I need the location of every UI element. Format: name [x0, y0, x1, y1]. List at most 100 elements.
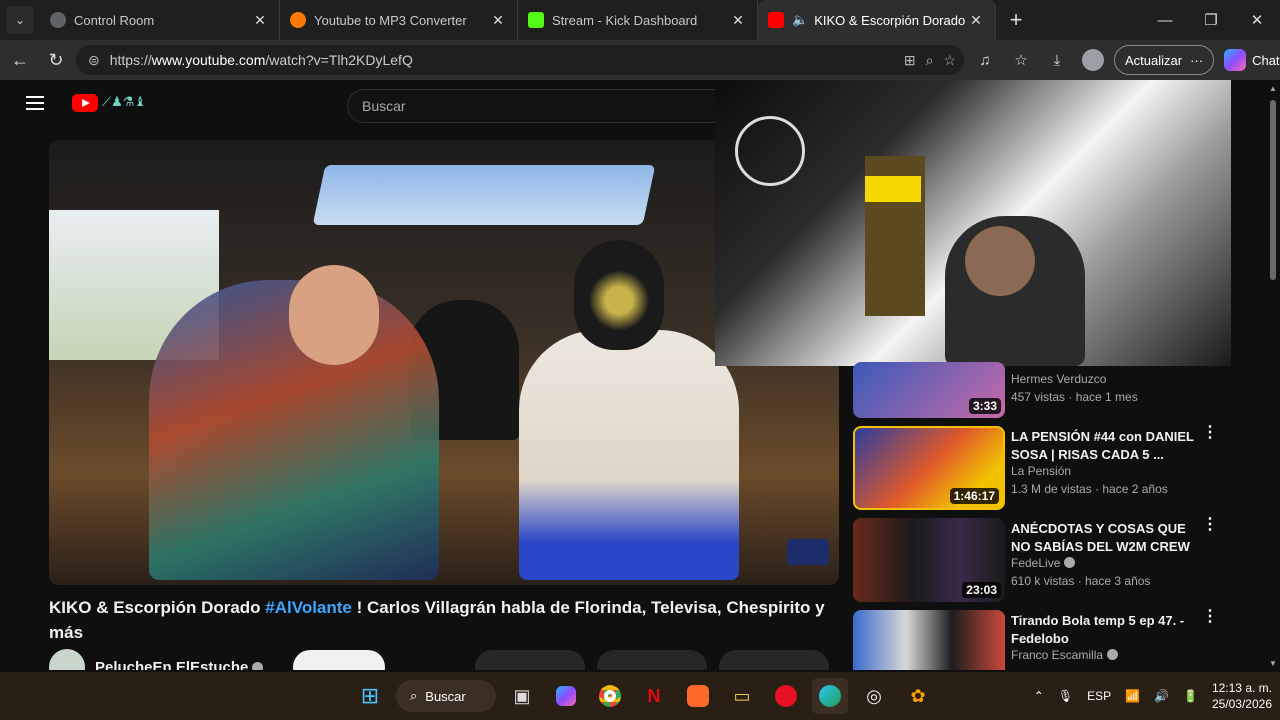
- windows-taskbar: ⊞ ⌕ Buscar ▣ N ▭ ◎ ✿ ⌃ 🎙 ESP 📶 🔊 🔋 12:13…: [0, 672, 1280, 720]
- search-placeholder: Buscar: [362, 98, 406, 114]
- channel-name[interactable]: FedeLive: [1011, 556, 1076, 570]
- more-icon: ···: [1190, 52, 1204, 68]
- copilot-app-icon[interactable]: [548, 678, 584, 714]
- converter-favicon-icon: [290, 12, 306, 28]
- video-thumbnail[interactable]: 23:03: [853, 518, 1005, 602]
- list-item[interactable]: 1:46:17 LA PENSIÓN #44 con DANIEL SOSA |…: [853, 425, 1233, 512]
- channel-name[interactable]: Hermes Verduzco: [1011, 372, 1106, 386]
- video-thumbnail[interactable]: 1:46:17: [853, 426, 1005, 510]
- tab-actions-menu[interactable]: ⌄: [0, 0, 40, 40]
- chrome-icon[interactable]: [592, 678, 628, 714]
- minimize-icon[interactable]: —: [1142, 0, 1188, 40]
- edge-icon[interactable]: [812, 678, 848, 714]
- close-icon[interactable]: ✕: [251, 12, 269, 29]
- channel-name[interactable]: PelucheEn ElEstuche: [95, 659, 248, 671]
- obs-icon[interactable]: ◎: [856, 678, 892, 714]
- media-control-icon[interactable]: ♫: [970, 45, 1000, 75]
- tab-label: Stream - Kick Dashboard: [552, 12, 698, 28]
- address-bar[interactable]: ⊜ https://www.youtube.com/watch?v=Tlh2KD…: [76, 45, 964, 75]
- video-title[interactable]: LA PENSIÓN #44 con DANIEL SOSA | RISAS C…: [1011, 428, 1201, 464]
- update-button[interactable]: Actualizar ···: [1114, 45, 1215, 75]
- close-icon[interactable]: ✕: [967, 12, 985, 29]
- reload-icon[interactable]: ↻: [38, 50, 74, 71]
- scroll-down-icon[interactable]: ▼: [1268, 659, 1278, 668]
- more-options-icon[interactable]: ⋮: [1202, 517, 1218, 533]
- restore-icon[interactable]: ❐: [1188, 0, 1234, 40]
- clock-date: 25/03/2026: [1211, 697, 1272, 711]
- wifi-icon[interactable]: 📶: [1125, 689, 1140, 703]
- channel-name[interactable]: Franco Escamilla: [1011, 648, 1119, 662]
- video-thumbnail[interactable]: [853, 610, 1005, 670]
- subscribe-button[interactable]: [293, 650, 386, 670]
- like-button[interactable]: [475, 650, 586, 670]
- media-player-icon[interactable]: [768, 678, 804, 714]
- orange-app-icon[interactable]: [680, 678, 716, 714]
- more-options-icon[interactable]: ⋮: [1202, 609, 1218, 625]
- battery-icon[interactable]: 🔋: [1183, 689, 1198, 703]
- clock[interactable]: 12:13 a. m. 25/03/2026: [1212, 680, 1272, 712]
- webcam-sticker: [865, 176, 921, 202]
- youtube-logo-icon[interactable]: [72, 94, 98, 112]
- more-options-icon[interactable]: ⋮: [1202, 425, 1218, 441]
- duration-badge: 23:03: [962, 582, 1001, 598]
- menu-icon[interactable]: [26, 96, 44, 110]
- tab-label: Youtube to MP3 Converter: [314, 12, 467, 28]
- toolbar-right: ♫ ☆ ⤓ Actualizar ··· Chat: [970, 45, 1280, 75]
- search-input[interactable]: Buscar: [347, 89, 727, 123]
- duration-badge: 1:46:17: [949, 488, 999, 504]
- tab-kick-dashboard[interactable]: Stream - Kick Dashboard ✕: [518, 0, 758, 40]
- list-item[interactable]: 23:03 ANÉCDOTAS Y COSAS QUE NO SABÍAS DE…: [853, 517, 1233, 604]
- language-indicator[interactable]: ESP: [1087, 689, 1111, 703]
- task-view-icon[interactable]: ▣: [504, 678, 540, 714]
- file-explorer-icon[interactable]: ▭: [724, 678, 760, 714]
- favorite-star-icon[interactable]: ☆: [943, 52, 956, 69]
- system-tray: ⌃ 🎙 ESP 📶 🔊 🔋 12:13 a. m. 25/03/2026: [1034, 672, 1272, 720]
- close-icon[interactable]: ✕: [729, 12, 747, 29]
- copilot-chat-button[interactable]: Chat: [1224, 49, 1280, 71]
- scroll-up-icon[interactable]: ▲: [1268, 84, 1278, 93]
- start-button[interactable]: ⊞: [352, 678, 388, 714]
- scrollbar-thumb[interactable]: [1270, 100, 1276, 280]
- address-bar-icons: ⊞ ⌕ ☆: [904, 52, 956, 69]
- youtube-doodle[interactable]: ⟋♟⚗♝: [102, 94, 146, 110]
- video-frame-driver: [519, 330, 739, 580]
- close-icon[interactable]: ✕: [489, 12, 507, 29]
- site-info-icon[interactable]: ⊜: [88, 52, 100, 69]
- avatar: [1082, 49, 1104, 71]
- tab-control-room[interactable]: Control Room ✕: [40, 0, 280, 40]
- share-button[interactable]: [597, 650, 708, 670]
- channel-name[interactable]: La Pensión: [1011, 464, 1071, 478]
- chevron-up-icon[interactable]: ⌃: [1034, 689, 1044, 703]
- chevron-down-icon: ⌄: [6, 6, 34, 34]
- webcam-face: [965, 226, 1035, 296]
- profile-button[interactable]: [1078, 45, 1108, 75]
- page-scrollbar[interactable]: ▲ ▼: [1268, 80, 1278, 670]
- favorites-icon[interactable]: ☆: [1006, 45, 1036, 75]
- close-window-icon[interactable]: ✕: [1234, 0, 1280, 40]
- video-title[interactable]: ANÉCDOTAS Y COSAS QUE NO SABÍAS DEL W2M …: [1011, 520, 1201, 556]
- tab-mp3-converter[interactable]: Youtube to MP3 Converter ✕: [280, 0, 518, 40]
- tab-youtube-video[interactable]: 🔈 KIKO & Escorpión Dorado #Al ✕: [758, 0, 996, 40]
- back-icon[interactable]: ←: [2, 50, 38, 71]
- list-item[interactable]: 3:33 Hermes Verduzco 457 vistas · hace 1…: [853, 362, 1233, 420]
- video-meta: 610 k vistas · hace 3 años: [1011, 574, 1151, 588]
- video-title[interactable]: Tirando Bola temp 5 ep 47. - Fedelobo: [1011, 612, 1201, 648]
- speaker-icon[interactable]: 🔈: [792, 12, 808, 28]
- download-button[interactable]: [719, 650, 830, 670]
- new-tab-button[interactable]: +: [996, 7, 1036, 33]
- fl-studio-icon[interactable]: ✿: [900, 678, 936, 714]
- taskbar-apps: ⊞ ⌕ Buscar ▣ N ▭ ◎ ✿: [352, 678, 936, 714]
- volume-icon[interactable]: 🔊: [1154, 689, 1169, 703]
- avatar[interactable]: [49, 649, 85, 670]
- video-meta: 1.3 M de vistas · hace 2 años: [1011, 482, 1168, 496]
- list-item[interactable]: Tirando Bola temp 5 ep 47. - Fedelobo Fr…: [853, 609, 1233, 670]
- downloads-icon[interactable]: ⤓: [1042, 45, 1072, 75]
- apps-icon[interactable]: ⊞: [904, 52, 916, 69]
- microphone-icon[interactable]: 🎙: [1058, 689, 1073, 703]
- zoom-icon[interactable]: ⌕: [926, 52, 934, 69]
- video-thumbnail[interactable]: 3:33: [853, 362, 1005, 418]
- video-title: KIKO & Escorpión Dorado #AlVolante ! Car…: [49, 598, 825, 642]
- netflix-icon[interactable]: N: [636, 678, 672, 714]
- hashtag-link[interactable]: #AlVolante: [265, 598, 352, 617]
- taskbar-search[interactable]: ⌕ Buscar: [396, 680, 496, 712]
